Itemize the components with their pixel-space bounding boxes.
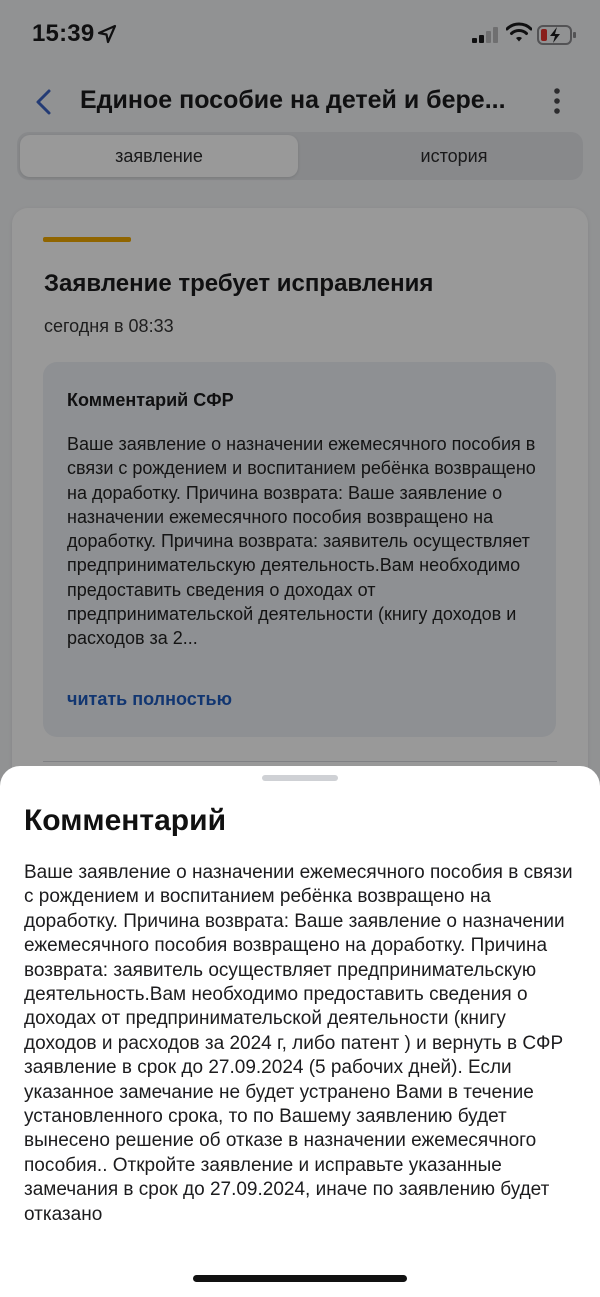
sheet-comment-text: Ваше заявление о назначении ежемесячного… (24, 862, 573, 1225)
sheet-drag-handle[interactable] (262, 775, 338, 781)
home-indicator (193, 1275, 407, 1282)
comment-bottom-sheet: Комментарий Ваше заявление о назначении … (0, 766, 600, 1297)
sheet-title: Комментарий (24, 804, 227, 837)
